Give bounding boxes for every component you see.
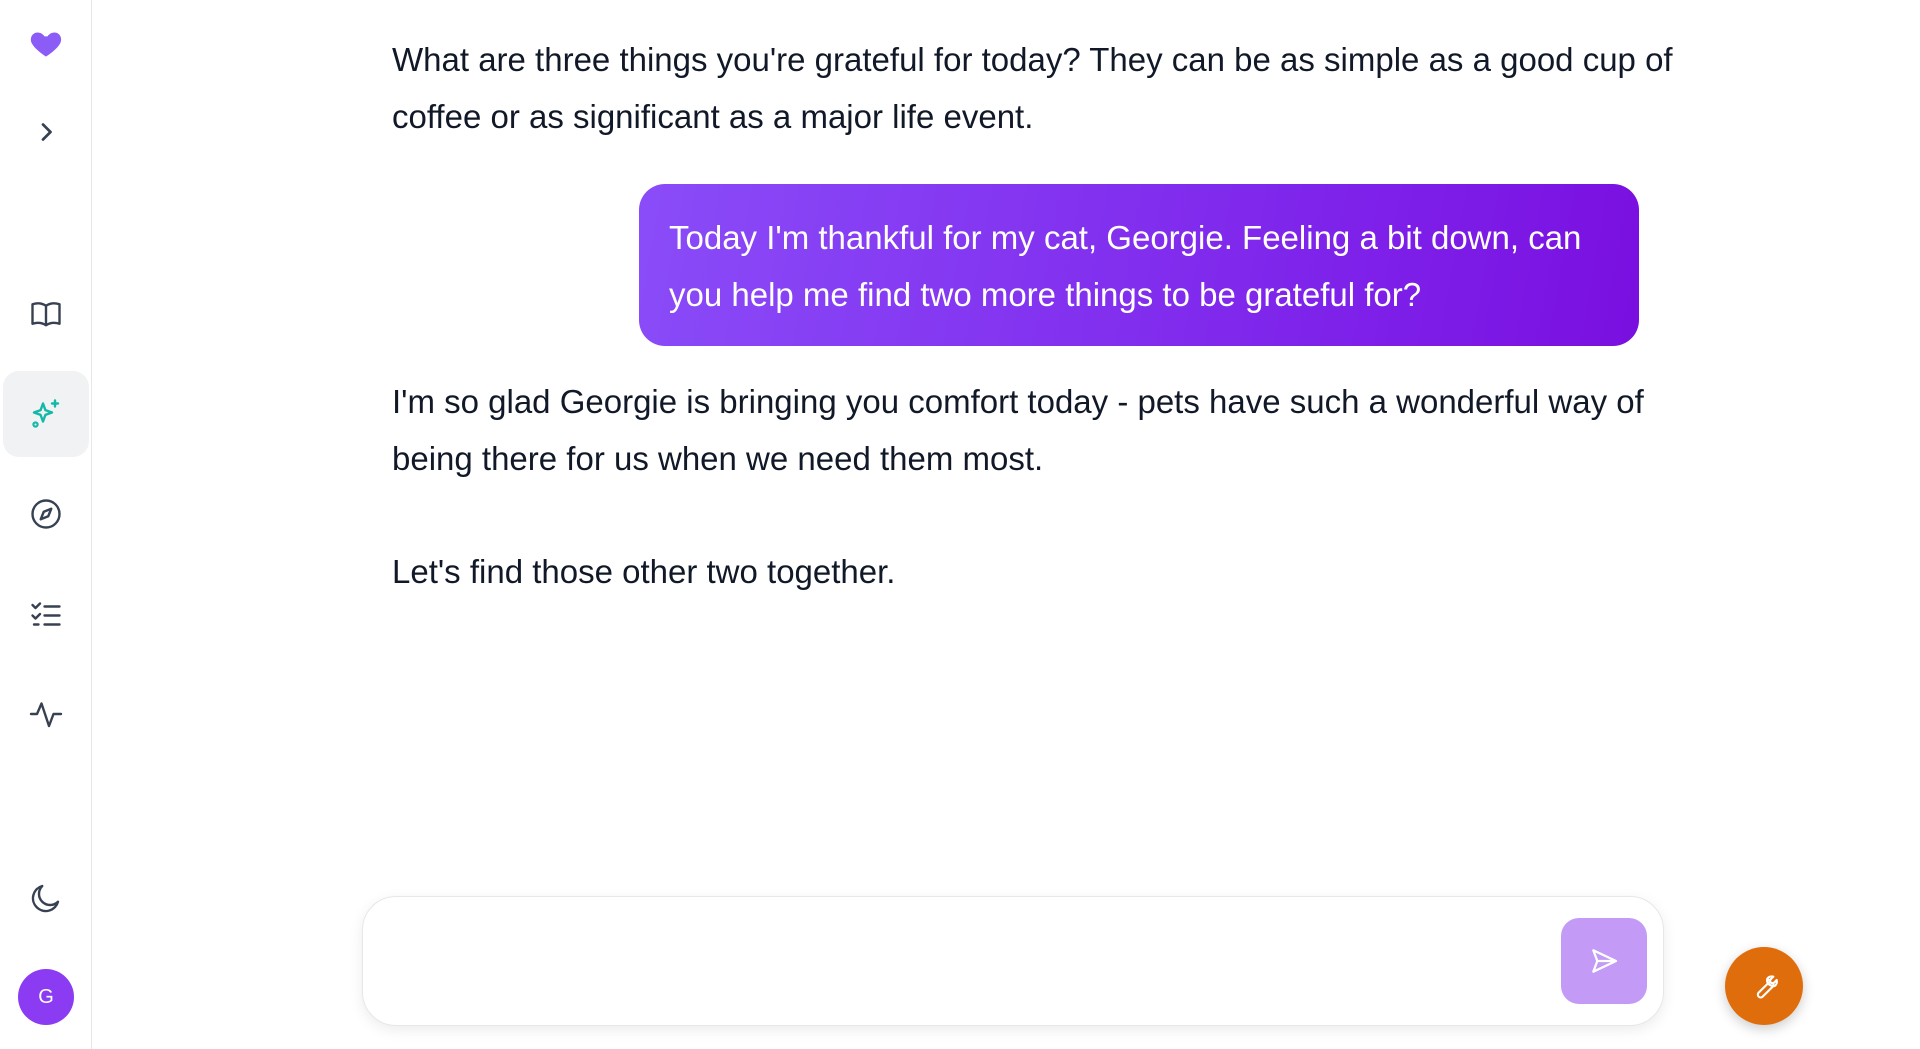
journal-nav-button[interactable] <box>3 271 89 357</box>
avatar[interactable]: G <box>18 969 74 1025</box>
wrench-icon <box>1756 975 1778 999</box>
tasks-nav-button[interactable] <box>3 571 89 657</box>
assistant-message: I'm so glad Georgie is bringing you comf… <box>392 383 1644 477</box>
user-message-text: Today I'm thankful for my cat, Georgie. … <box>669 219 1582 313</box>
message-input[interactable] <box>393 925 1513 995</box>
checklist-icon <box>31 602 61 626</box>
tools-fab-button[interactable] <box>1725 947 1803 1025</box>
sparkles-icon <box>32 399 60 428</box>
chat-area: What are three things you're grateful fo… <box>92 0 1920 1049</box>
activity-icon <box>29 702 63 728</box>
book-open-icon <box>31 302 61 327</box>
activity-nav-button[interactable] <box>3 671 89 757</box>
explore-nav-button[interactable] <box>3 471 89 557</box>
moon-icon <box>31 884 60 913</box>
message-composer <box>362 896 1664 1026</box>
assistant-message: Let's find those other two together. <box>392 553 896 590</box>
heart-logo-icon[interactable] <box>3 0 89 86</box>
send-button[interactable] <box>1561 918 1647 1004</box>
chevron-right-icon <box>41 123 52 141</box>
ai-chat-nav-button[interactable] <box>3 371 89 457</box>
send-icon <box>1592 949 1618 973</box>
theme-toggle-button[interactable] <box>3 855 89 941</box>
compass-icon <box>31 499 61 529</box>
user-message-bubble: Today I'm thankful for my cat, Georgie. … <box>639 184 1639 346</box>
sidebar: G <box>0 0 92 1049</box>
expand-sidebar-button[interactable] <box>3 89 89 175</box>
assistant-message: What are three things you're grateful fo… <box>392 41 1673 135</box>
heart-icon <box>30 32 62 57</box>
